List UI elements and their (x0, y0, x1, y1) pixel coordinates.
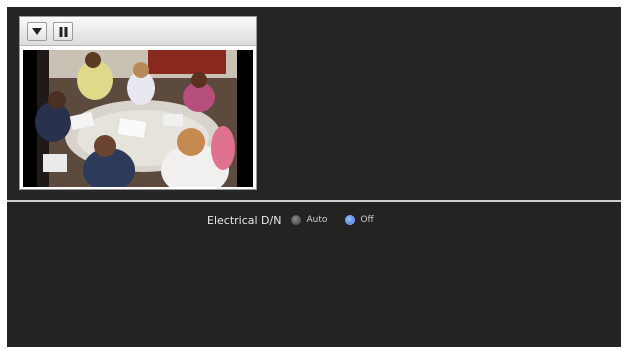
radio-selected-icon[interactable] (345, 215, 356, 225)
video-viewer (19, 16, 257, 190)
radio-unselected-icon[interactable] (291, 215, 302, 225)
app-window: Electrical D/N Auto Off (7, 7, 621, 347)
radio-auto-label: Auto (306, 215, 328, 225)
settings-panel: Electrical D/N Auto Off (7, 202, 621, 347)
pause-button[interactable] (53, 22, 73, 41)
radio-off-label: Off (360, 215, 374, 225)
triangle-down-icon (32, 28, 42, 35)
radio-auto[interactable]: Auto (291, 215, 327, 225)
viewer-toolbar (20, 17, 256, 46)
video-image (23, 50, 253, 187)
video-feed[interactable] (23, 50, 253, 187)
electrical-dn-label: Electrical D/N (207, 213, 282, 227)
radio-off[interactable]: Off (345, 215, 374, 225)
pause-icon (59, 26, 67, 37)
dropdown-button[interactable] (27, 22, 47, 41)
video-panel (7, 7, 621, 200)
electrical-dn-row: Electrical D/N Auto Off (207, 212, 392, 228)
